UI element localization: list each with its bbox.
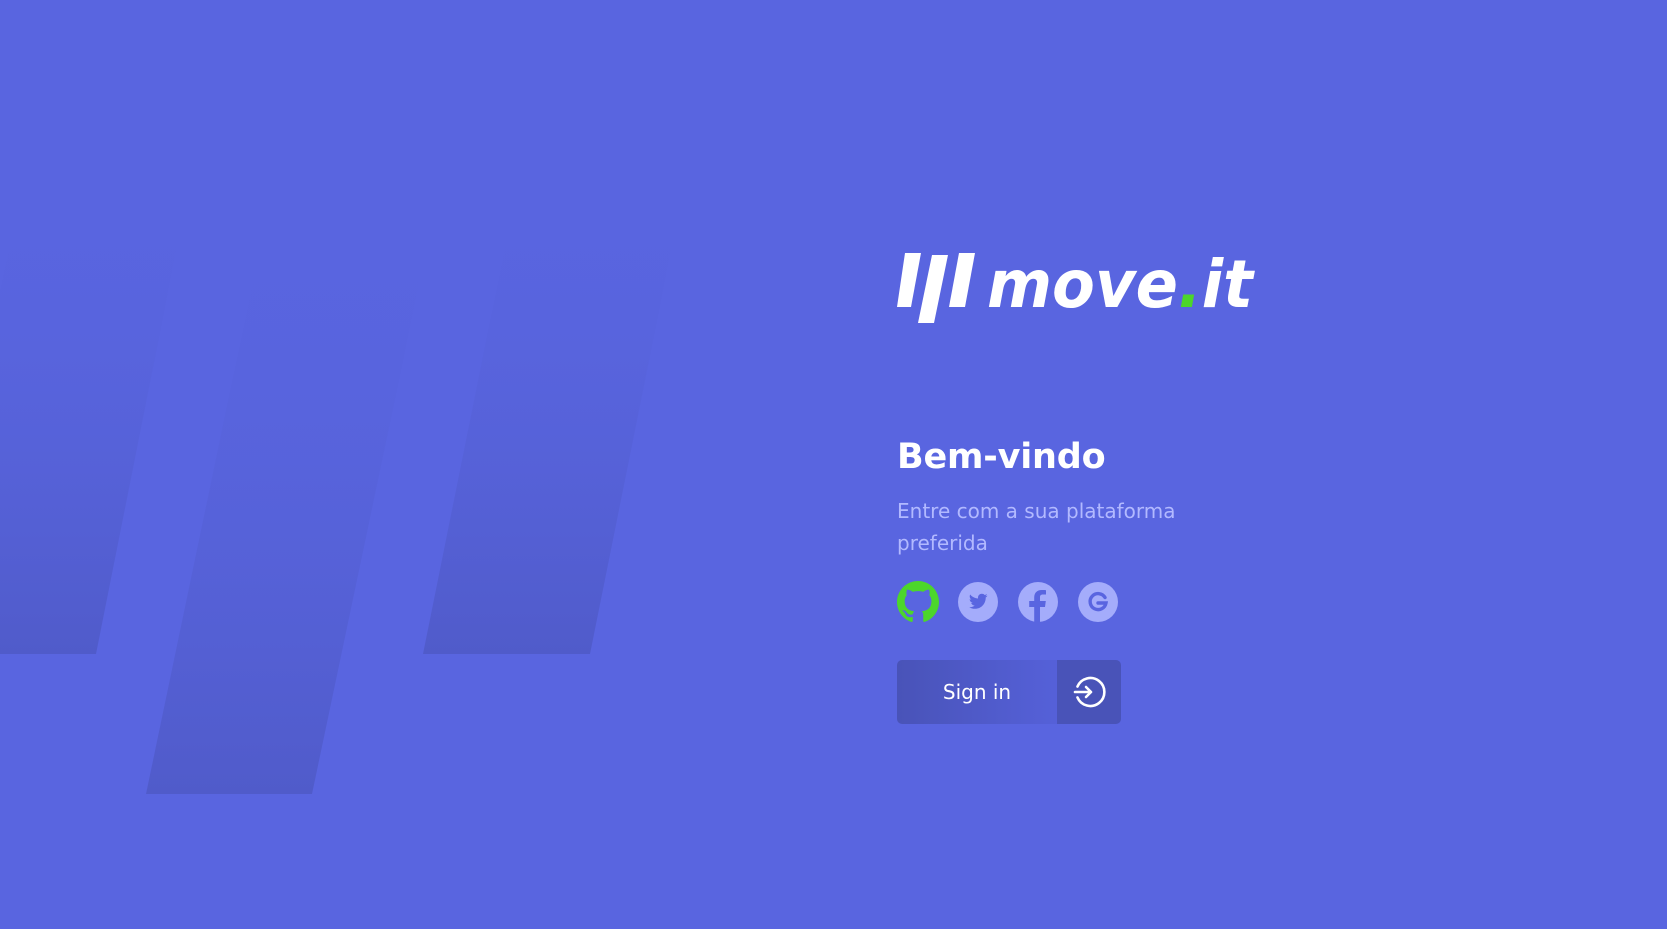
background-stripe — [423, 172, 687, 654]
login-subtitle: Entre com a sua plataforma preferida — [897, 499, 1176, 555]
provider-twitter-button[interactable] — [957, 581, 999, 623]
login-panel: move.it Bem-vindo Entre com a sua plataf… — [897, 245, 1255, 724]
move-it-logo: move.it — [897, 246, 1255, 323]
background-stripe — [0, 172, 192, 654]
google-icon — [1078, 582, 1118, 622]
sign-in-label: Sign in — [942, 680, 1012, 704]
logo-dot: . — [1178, 246, 1202, 323]
twitter-icon — [958, 582, 998, 622]
welcome-title: Bem-vindo — [897, 437, 1106, 477]
background-stripes — [0, 172, 687, 794]
provider-google-button[interactable] — [1077, 581, 1119, 623]
logo-word-move: move — [987, 246, 1178, 323]
svg-text:move.it: move.it — [987, 246, 1255, 323]
provider-facebook-button[interactable] — [1017, 581, 1059, 623]
background-stripe — [146, 190, 439, 794]
provider-github-button[interactable] — [897, 581, 939, 623]
facebook-icon — [1018, 582, 1058, 622]
sign-in-icon-box — [1057, 660, 1121, 724]
logo-word-it: it — [1202, 246, 1256, 323]
logo-bars-icon — [897, 253, 975, 323]
sign-in-button[interactable]: Sign in — [897, 660, 1121, 724]
arrow-right-circle-icon — [1073, 676, 1106, 708]
github-icon — [897, 581, 939, 622]
provider-list — [897, 581, 1227, 623]
